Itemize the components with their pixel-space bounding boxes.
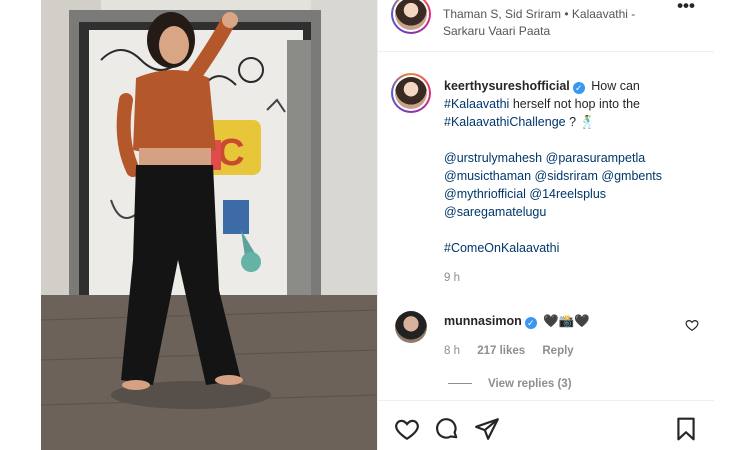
mention-link[interactable]: @gmbents (601, 169, 662, 183)
mention-link[interactable]: @mythriofficial (444, 187, 526, 201)
paper-plane-icon[interactable] (474, 416, 500, 442)
post-video[interactable]: JC (41, 0, 377, 450)
caption-text-a: How can (591, 79, 640, 93)
commenter-avatar[interactable] (395, 311, 427, 343)
comment: munnasimon ✓ 🖤📸🖤 (444, 312, 674, 330)
replies-divider-line (448, 383, 472, 385)
audio-title-line-1: Thaman S, Sid Sriram • Kalaavathi - (443, 7, 636, 21)
verified-badge-icon: ✓ (524, 317, 537, 329)
audio-title[interactable]: Thaman S, Sid Sriram • Kalaavathi - Sark… (443, 6, 653, 40)
caption-text-c: ? 🕺 (569, 115, 596, 129)
video-frame-illustration: JC (41, 0, 377, 450)
view-replies-button[interactable]: View replies (3) (448, 378, 572, 390)
view-replies-label: View replies (3) (488, 378, 572, 390)
mention-line: @musicthaman @sidsriram @gmbents (444, 167, 704, 185)
comment-timestamp[interactable]: 8 h (444, 345, 460, 357)
comment-like-heart-icon[interactable] (685, 318, 699, 332)
mention-link[interactable]: @sidsriram (535, 169, 598, 183)
post-action-bar (378, 400, 714, 450)
comment-text: 🖤📸🖤 (543, 314, 590, 328)
mention-link[interactable]: @parasurampetla (546, 151, 646, 165)
post-caption: keerthysureshofficial ✓ How can #Kalaavat… (444, 77, 704, 257)
audio-header: Thaman S, Sid Sriram • Kalaavathi - Sark… (378, 0, 714, 52)
mention-line: @saregamatelugu (444, 203, 704, 221)
hashtag-come-on-kalaavathi[interactable]: #ComeOnKalaavathi (444, 241, 559, 255)
bookmark-icon[interactable] (673, 416, 699, 442)
comment-meta: 8 h 217 likes Reply (444, 345, 588, 357)
verified-badge-icon: ✓ (572, 82, 585, 94)
hashtag-kalaavathi-challenge[interactable]: #KalaavathiChallenge (444, 115, 566, 129)
caption-mentions: @urstrulymahesh @parasurampetla @musicth… (444, 149, 704, 221)
audio-avatar[interactable] (391, 0, 431, 34)
caption-text-b: herself not hop into the (512, 97, 640, 111)
mention-link[interactable]: @musicthaman (444, 169, 531, 183)
post-details-panel: Thaman S, Sid Sriram • Kalaavathi - Sark… (377, 0, 714, 450)
commenter-username[interactable]: munnasimon (444, 314, 522, 328)
audio-title-line-2: Sarkaru Vaari Paata (443, 24, 551, 38)
comment-icon[interactable] (434, 416, 460, 442)
caption-closing: #ComeOnKalaavathi (444, 239, 704, 257)
author-username[interactable]: keerthysureshofficial (444, 79, 570, 93)
hashtag-kalaavathi[interactable]: #Kalaavathi (444, 97, 509, 111)
author-avatar[interactable] (391, 73, 431, 113)
mention-line: @urstrulymahesh @parasurampetla (444, 149, 704, 167)
mention-line: @mythriofficial @14reelsplus (444, 185, 704, 203)
comment-likes-count[interactable]: 217 likes (477, 345, 525, 357)
reply-button[interactable]: Reply (542, 345, 573, 357)
heart-icon[interactable] (394, 416, 420, 442)
caption-timestamp[interactable]: 9 h (444, 272, 460, 284)
mention-link[interactable]: @urstrulymahesh (444, 151, 542, 165)
mention-link[interactable]: @saregamatelugu (444, 205, 546, 219)
instagram-post-view: JC (0, 0, 750, 450)
more-horizontal-icon[interactable]: ••• (676, 0, 696, 17)
mention-link[interactable]: @14reelsplus (529, 187, 606, 201)
caption-first-paragraph: keerthysureshofficial ✓ How can #Kalaavat… (444, 77, 704, 131)
